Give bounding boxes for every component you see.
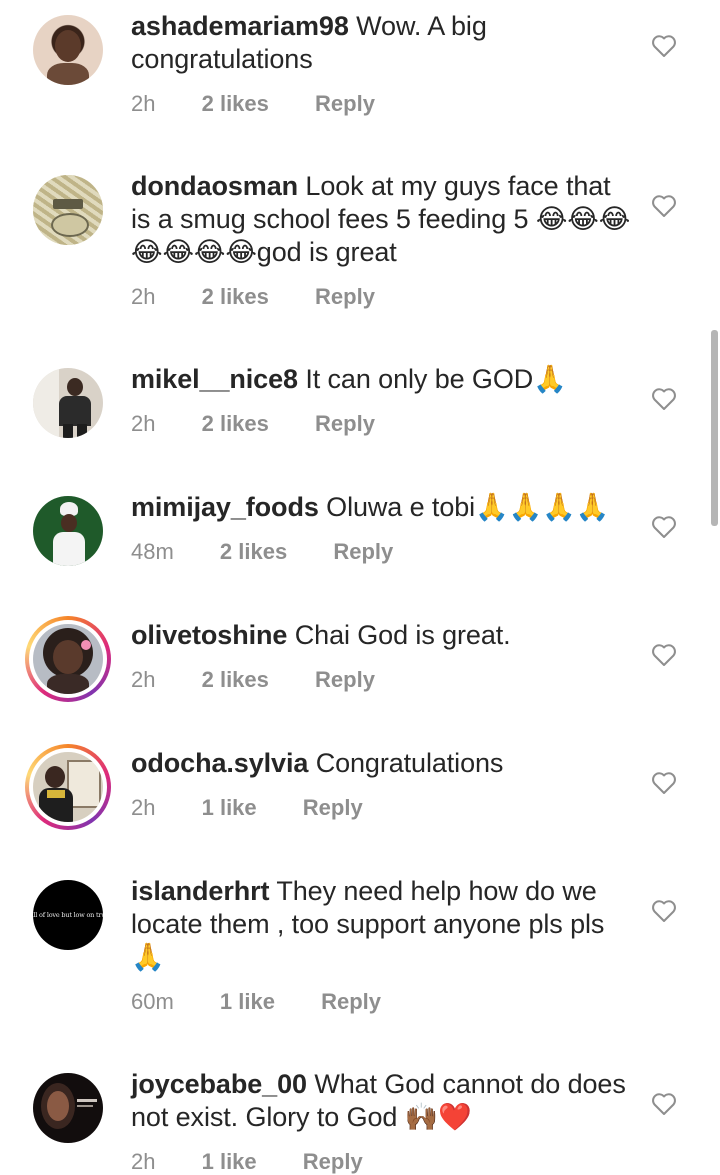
comment-body: Congratulations bbox=[315, 748, 504, 778]
comment-meta: 2h 2 likes Reply bbox=[131, 91, 375, 117]
reply-button[interactable]: Reply bbox=[321, 989, 381, 1015]
comment-text: joycebabe_00 What God cannot do does not… bbox=[131, 1068, 631, 1134]
comment-time: 2h bbox=[131, 411, 156, 436]
avatar[interactable]: Full of love but low on trust bbox=[33, 880, 103, 950]
heart-outline-icon[interactable] bbox=[651, 899, 677, 923]
comment-username[interactable]: odocha.sylvia bbox=[131, 748, 308, 778]
comment-text: olivetoshine Chai God is great. bbox=[131, 619, 631, 652]
heart-outline-icon[interactable] bbox=[651, 34, 677, 58]
comment-meta: 2h 2 likes Reply bbox=[131, 667, 375, 693]
reply-button[interactable]: Reply bbox=[303, 795, 363, 821]
comment-likes[interactable]: 1 like bbox=[202, 795, 257, 821]
comment-username[interactable]: islanderhrt bbox=[131, 876, 270, 906]
story-ring[interactable] bbox=[25, 616, 111, 702]
comment-time: 2h bbox=[131, 795, 156, 820]
comment-body: Oluwa e tobi🙏🙏🙏🙏 bbox=[326, 492, 610, 522]
comment-meta: 2h 2 likes Reply bbox=[131, 284, 375, 310]
heart-outline-icon[interactable] bbox=[651, 194, 677, 218]
scrollbar[interactable] bbox=[711, 330, 718, 526]
avatar[interactable] bbox=[33, 175, 103, 245]
comment-text: mimijay_foods Oluwa e tobi🙏🙏🙏🙏 bbox=[131, 491, 631, 524]
heart-outline-icon[interactable] bbox=[651, 771, 677, 795]
comment-username[interactable]: olivetoshine bbox=[131, 620, 287, 650]
comment-body: It can only be GOD🙏 bbox=[305, 364, 567, 394]
comment-text: mikel__nice8 It can only be GOD🙏 bbox=[131, 363, 631, 396]
comment-body: Chai God is great. bbox=[294, 620, 511, 650]
comment-meta: 48m 2 likes Reply bbox=[131, 539, 393, 565]
comment-username[interactable]: mimijay_foods bbox=[131, 492, 319, 522]
comment-likes[interactable]: 2 likes bbox=[202, 91, 269, 117]
comment-meta: 60m 1 like Reply bbox=[131, 989, 381, 1015]
comment-likes[interactable]: 2 likes bbox=[202, 411, 269, 437]
comment-username[interactable]: dondaosman bbox=[131, 171, 298, 201]
comment-username[interactable]: joycebabe_00 bbox=[131, 1069, 307, 1099]
avatar[interactable] bbox=[33, 752, 103, 822]
comment-likes[interactable]: 1 like bbox=[202, 1149, 257, 1175]
comment-likes[interactable]: 2 likes bbox=[202, 284, 269, 310]
reply-button[interactable]: Reply bbox=[315, 284, 375, 310]
comment-text: islanderhrt They need help how do we loc… bbox=[131, 875, 631, 974]
comment-time: 60m bbox=[131, 989, 174, 1014]
comment-meta: 2h 1 like Reply bbox=[131, 795, 363, 821]
comment-likes[interactable]: 2 likes bbox=[220, 539, 287, 565]
heart-outline-icon[interactable] bbox=[651, 643, 677, 667]
comment-meta: 2h 2 likes Reply bbox=[131, 411, 375, 437]
comment-meta: 2h 1 like Reply bbox=[131, 1149, 363, 1175]
comment-likes[interactable]: 2 likes bbox=[202, 667, 269, 693]
avatar[interactable] bbox=[33, 496, 103, 566]
heart-outline-icon[interactable] bbox=[651, 387, 677, 411]
comment-time: 2h bbox=[131, 284, 156, 309]
story-ring[interactable] bbox=[25, 744, 111, 830]
avatar-text: Full of love but low on trust bbox=[33, 911, 103, 919]
comment-text: odocha.sylvia Congratulations bbox=[131, 747, 631, 780]
comment-username[interactable]: ashademariam98 bbox=[131, 11, 349, 41]
comment-username[interactable]: mikel__nice8 bbox=[131, 364, 298, 394]
heart-outline-icon[interactable] bbox=[651, 515, 677, 539]
avatar[interactable] bbox=[33, 1073, 103, 1143]
avatar[interactable] bbox=[33, 624, 103, 694]
avatar[interactable] bbox=[33, 15, 103, 85]
comment-text: dondaosman Look at my guys face that is … bbox=[131, 170, 631, 269]
comment-likes[interactable]: 1 like bbox=[220, 989, 275, 1015]
reply-button[interactable]: Reply bbox=[333, 539, 393, 565]
heart-outline-icon[interactable] bbox=[651, 1092, 677, 1116]
reply-button[interactable]: Reply bbox=[315, 411, 375, 437]
comment-time: 2h bbox=[131, 1149, 156, 1174]
comment-time: 48m bbox=[131, 539, 174, 564]
avatar[interactable] bbox=[33, 368, 103, 438]
reply-button[interactable]: Reply bbox=[315, 667, 375, 693]
comment-time: 2h bbox=[131, 91, 156, 116]
comment-time: 2h bbox=[131, 667, 156, 692]
reply-button[interactable]: Reply bbox=[315, 91, 375, 117]
comment-text: ashademariam98 Wow. A big congratulation… bbox=[131, 10, 631, 76]
reply-button[interactable]: Reply bbox=[303, 1149, 363, 1175]
